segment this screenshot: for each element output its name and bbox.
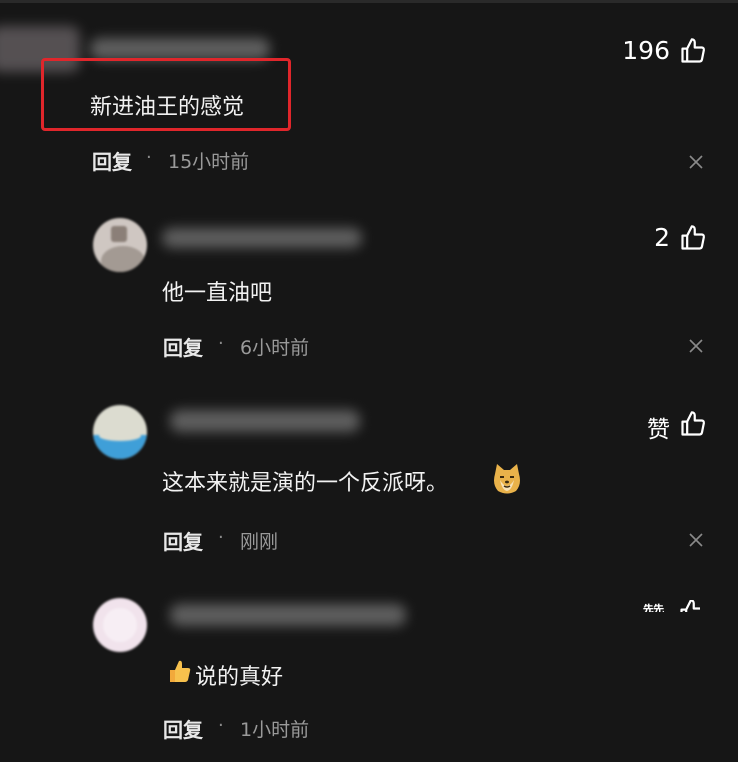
comment-text: 说的真好 xyxy=(195,665,284,690)
like-count: 2 xyxy=(654,223,670,252)
like-count: 赞 xyxy=(647,417,670,443)
thumbs-up-icon[interactable] xyxy=(679,37,707,65)
separator-dot: · xyxy=(218,715,224,736)
thumbs-up-icon[interactable] xyxy=(678,600,700,612)
timestamp: 15小时前 xyxy=(168,151,250,173)
thumbs-up-emoji-icon xyxy=(170,660,191,682)
avatar[interactable] xyxy=(93,218,147,272)
like-count: 196 xyxy=(622,36,670,65)
username-blurred[interactable] xyxy=(90,38,270,60)
comment-text: 新进油王的感觉 xyxy=(90,95,245,120)
thumbs-up-icon[interactable] xyxy=(679,224,707,252)
separator-dot: · xyxy=(146,147,152,168)
username-blurred[interactable] xyxy=(162,228,362,248)
thumbs-up-icon[interactable] xyxy=(679,410,707,438)
timestamp: 刚刚 xyxy=(240,531,279,553)
avatar[interactable] xyxy=(93,405,147,459)
like-count: 赞 xyxy=(642,600,665,612)
reply-button[interactable]: 回复 xyxy=(163,526,203,555)
close-icon[interactable] xyxy=(689,155,703,169)
comment-text: 这本来就是演的一个反派呀。 xyxy=(162,471,449,496)
close-icon[interactable] xyxy=(689,533,703,547)
doge-emoji-icon xyxy=(494,464,520,494)
username-blurred[interactable] xyxy=(170,410,360,432)
timestamp: 1小时前 xyxy=(240,719,310,741)
reply-button[interactable]: 回复 xyxy=(163,332,203,361)
separator-dot: · xyxy=(218,527,224,548)
separator-dot: · xyxy=(218,333,224,354)
reply-button[interactable]: 回复 xyxy=(163,714,203,743)
comment-thread: 196 新进油王的感觉 回复 · 15小时前 2 他一直油吧 回复 · 6小时前 xyxy=(0,0,738,762)
avatar[interactable] xyxy=(93,598,147,652)
like-area-cropped: 赞 xyxy=(630,600,700,612)
reply-button[interactable]: 回复 xyxy=(92,146,132,175)
username-blurred[interactable] xyxy=(170,604,406,626)
comment-text: 他一直油吧 xyxy=(162,281,273,306)
timestamp: 6小时前 xyxy=(240,337,310,359)
top-divider xyxy=(0,0,738,3)
close-icon[interactable] xyxy=(689,339,703,353)
